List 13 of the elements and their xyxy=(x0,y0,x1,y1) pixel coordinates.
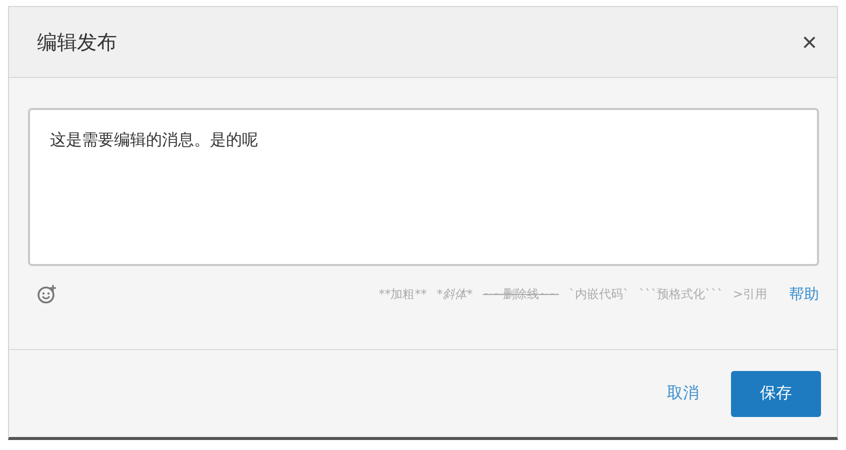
format-hint: *斜体* xyxy=(436,286,473,302)
format-hint: >引用 xyxy=(732,286,767,302)
format-hint: `内嵌代码` xyxy=(568,286,629,302)
dialog-title: 编辑发布 xyxy=(37,28,117,56)
help-link[interactable]: 帮助 xyxy=(789,284,819,304)
emoji-add-icon[interactable] xyxy=(37,284,57,304)
format-hint: ~~删除线~~ xyxy=(482,286,559,302)
close-button[interactable]: × xyxy=(802,29,817,55)
format-hint: ```预格式化``` xyxy=(638,286,723,302)
cancel-button[interactable]: 取消 xyxy=(661,382,705,405)
format-hint: **加粗** xyxy=(378,286,427,302)
save-button[interactable]: 保存 xyxy=(731,370,821,416)
message-field[interactable]: 这是需要编辑的消息。是的呢 xyxy=(28,108,819,266)
